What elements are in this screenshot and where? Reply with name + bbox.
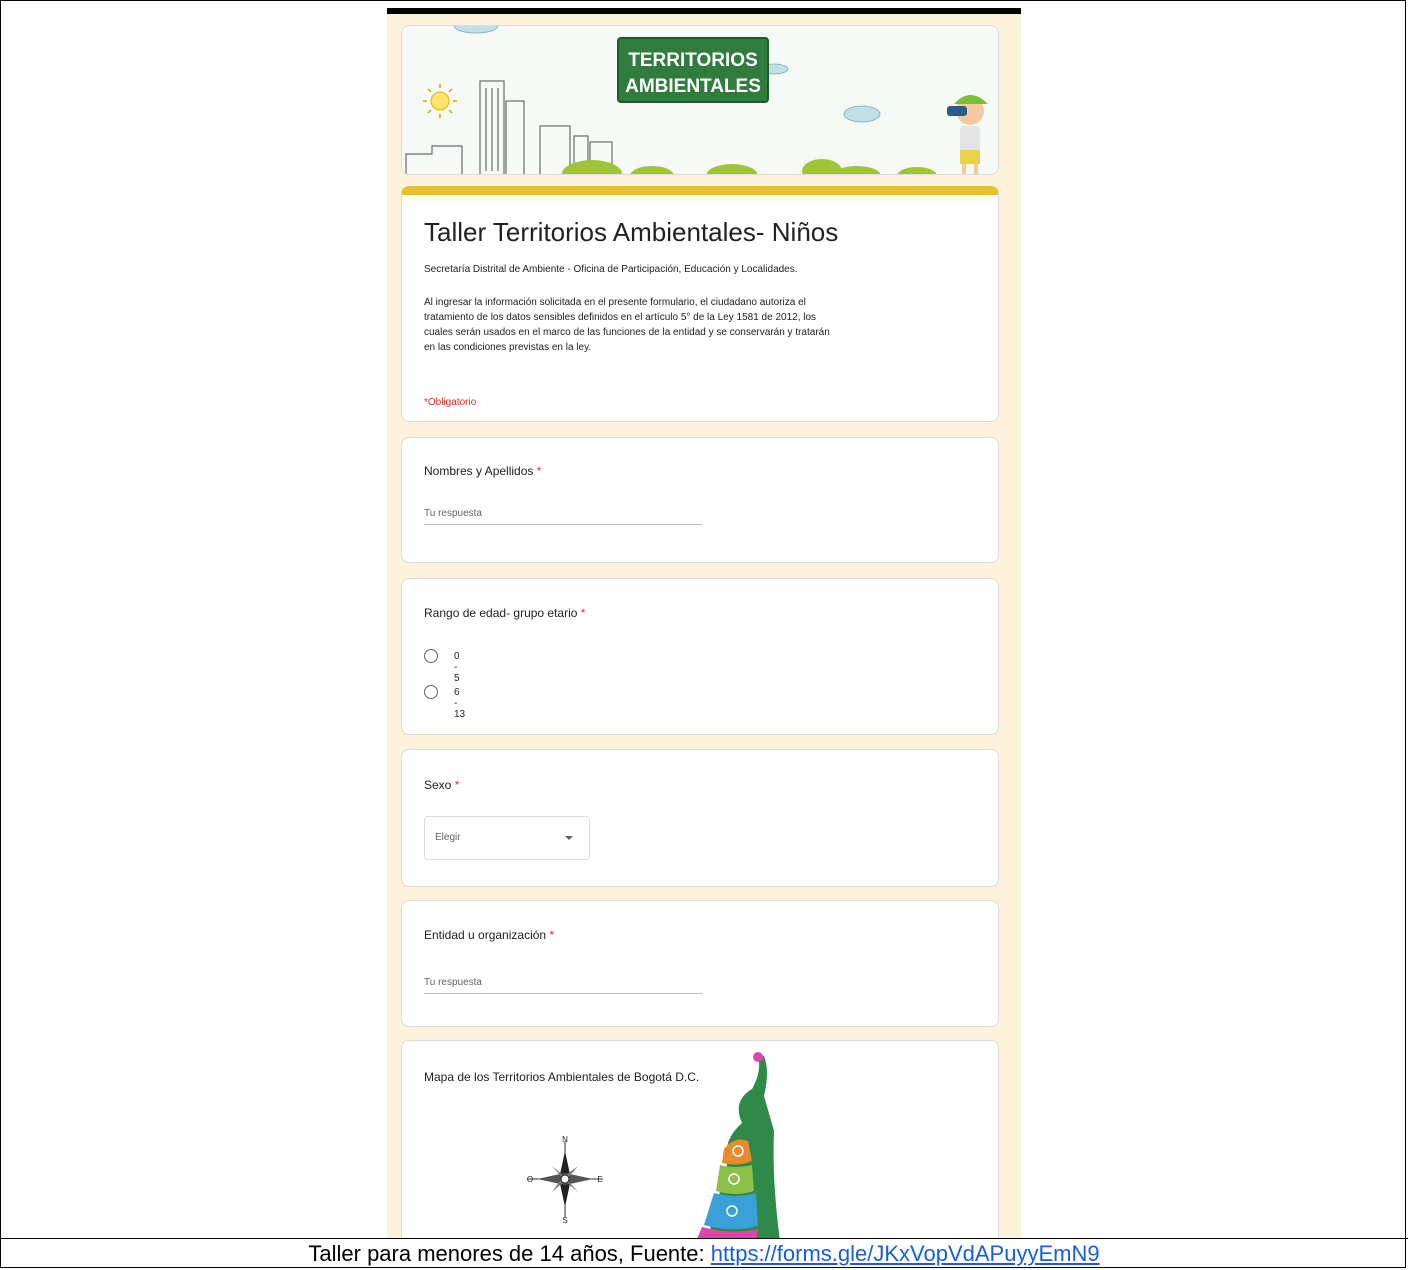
required-star: * xyxy=(580,606,586,620)
question-entity-label: Entidad u organización * xyxy=(424,928,554,942)
map-card: Mapa de los Territorios Ambientales de B… xyxy=(401,1040,999,1238)
child-illustration xyxy=(947,95,988,174)
compass-s: S xyxy=(562,1216,567,1225)
banner-illustration: TERRITORIOS AMBIENTALES xyxy=(405,26,988,174)
bushes xyxy=(562,159,937,174)
name-input[interactable]: Tu respuesta xyxy=(424,502,702,525)
privacy-line: Al ingresar la información solicitada en… xyxy=(424,297,806,308)
header-banner: TERRITORIOS AMBIENTALES xyxy=(401,25,999,175)
figure-caption: Taller para menores de 14 años, Fuente: … xyxy=(0,1239,1408,1269)
sun-icon xyxy=(423,84,457,118)
privacy-line: cuales serán usados en el marco de las f… xyxy=(424,327,830,338)
logo-line1: TERRITORIOS xyxy=(628,50,758,71)
form-title: Taller Territorios Ambientales- Niños xyxy=(424,217,839,247)
radio-button[interactable] xyxy=(424,649,438,663)
compass-rose-icon: N S E O xyxy=(527,1135,603,1225)
question-sex-text: Sexo xyxy=(424,778,452,792)
question-age-label: Rango de edad- grupo etario * xyxy=(424,606,585,620)
question-age-text: Rango de edad- grupo etario xyxy=(424,606,578,620)
browser-top-bar xyxy=(387,8,1021,14)
question-name-text: Nombres y Apellidos xyxy=(424,464,534,478)
privacy-line: en las condiciones previstas en la ley. xyxy=(424,342,592,353)
dropdown-arrow-icon xyxy=(565,836,573,840)
required-star: * xyxy=(454,778,460,792)
entity-input[interactable]: Tu respuesta xyxy=(424,971,702,994)
compass-e: E xyxy=(597,1175,602,1184)
question-sex-label: Sexo * xyxy=(424,778,459,792)
radio-label: 0 - 5 xyxy=(454,651,460,684)
required-note: *Obligatorio xyxy=(424,397,477,408)
form-screenshot: TERRITORIOS AMBIENTALES Taller Territori… xyxy=(387,8,1021,1238)
question-age-card: Rango de edad- grupo etario * 0 - 5 6 - … xyxy=(401,578,999,735)
privacy-line: tratamiento de los datos sensibles defin… xyxy=(424,312,817,323)
form-title-card: Taller Territorios Ambientales- Niños Se… xyxy=(401,186,999,422)
source-link[interactable]: https://forms.gle/JKxVopVdAPuyyEmN9 xyxy=(711,1241,1100,1266)
dropdown-value: Elegir xyxy=(435,832,461,843)
question-sex-card: Sexo * Elegir xyxy=(401,749,999,887)
logo-line2: AMBIENTALES xyxy=(625,76,761,97)
bogota-map xyxy=(697,1052,780,1238)
map-illustration: N S E O xyxy=(527,1052,780,1238)
question-name-label: Nombres y Apellidos * xyxy=(424,464,541,478)
radio-button[interactable] xyxy=(424,685,438,699)
compass-o: O xyxy=(527,1175,533,1184)
entity-input-placeholder: Tu respuesta xyxy=(424,977,482,988)
logo-sign: TERRITORIOS AMBIENTALES xyxy=(617,37,769,103)
sex-dropdown[interactable]: Elegir xyxy=(424,816,590,860)
caption-text: Taller para menores de 14 años, Fuente: xyxy=(308,1241,711,1266)
form-subtitle: Secretaría Distrital de Ambiente - Ofici… xyxy=(424,264,798,275)
question-name-card: Nombres y Apellidos * Tu respuesta xyxy=(401,437,999,563)
required-star: * xyxy=(549,928,555,942)
compass-n: N xyxy=(562,1135,568,1144)
question-entity-text: Entidad u organización xyxy=(424,928,547,942)
form-privacy-text: Al ingresar la información solicitada en… xyxy=(424,295,984,355)
name-input-placeholder: Tu respuesta xyxy=(424,508,482,519)
question-entity-card: Entidad u organización * Tu respuesta xyxy=(401,900,999,1027)
radio-label: 6 - 13 xyxy=(454,687,466,720)
required-star: * xyxy=(536,464,542,478)
